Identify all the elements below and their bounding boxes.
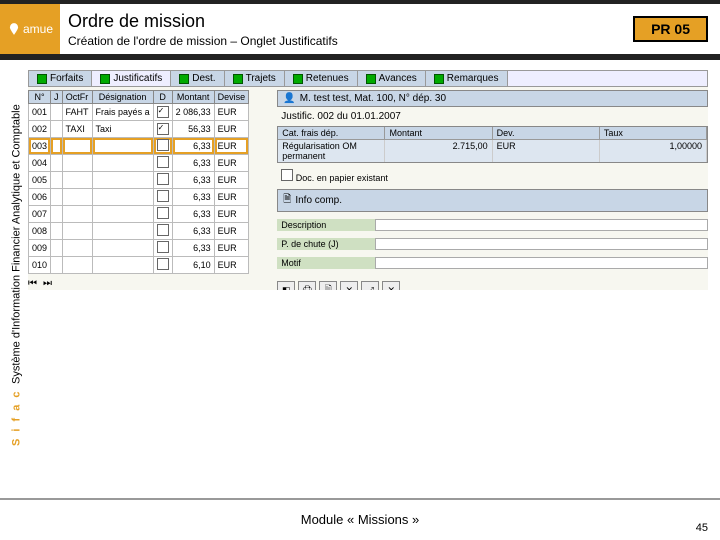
motif-field[interactable]: Motif <box>277 257 708 269</box>
table-row[interactable]: 0096,33EUR <box>29 240 249 257</box>
tab-avances[interactable]: Avances <box>358 71 426 86</box>
tab-trajets[interactable]: Trajets <box>225 71 285 86</box>
table-row[interactable]: 0066,33EUR <box>29 189 249 206</box>
page-number: 45 <box>696 522 708 534</box>
slide-footer: Module « Missions » 45 <box>0 498 720 540</box>
table-row[interactable]: 002TAXITaxi56,33EUR <box>29 121 249 138</box>
justif-label: Justific. 002 du 01.01.2007 <box>277 111 708 122</box>
white-mask <box>28 290 708 480</box>
person-icon: 👤 <box>283 93 295 104</box>
table-row[interactable]: 0106,10EUR <box>29 257 249 274</box>
tab-forfaits[interactable]: Forfaits <box>29 71 92 86</box>
detail-header: 👤 M. test test, Mat. 100, N° dép. 30 <box>277 90 708 107</box>
table-row[interactable]: 0076,33EUR <box>29 206 249 223</box>
amue-logo: amue <box>0 4 60 54</box>
chute-field[interactable]: P. de chute (J) <box>277 238 708 250</box>
tab-strip[interactable]: ForfaitsJustificatifsDest.TrajetsRetenue… <box>28 70 708 87</box>
tab-remarques[interactable]: Remarques <box>426 71 508 86</box>
page-subtitle: Création de l'ordre de mission – Onglet … <box>68 34 633 48</box>
info-comp-header: 🗎 Info comp. <box>277 189 708 212</box>
table-row[interactable]: 0086,33EUR <box>29 223 249 240</box>
tab-retenues[interactable]: Retenues <box>285 71 358 86</box>
tab-justificatifs[interactable]: Justificatifs <box>92 71 171 86</box>
doc-icon: 🗎 <box>283 192 291 209</box>
last-icon[interactable]: ⏭ <box>43 278 52 289</box>
code-badge: PR 05 <box>633 16 708 42</box>
page-title: Ordre de mission <box>68 11 633 32</box>
description-field[interactable]: Description <box>277 219 708 231</box>
table-row[interactable]: 0036,33EUR <box>29 138 249 155</box>
slide-header: amue Ordre de mission Création de l'ordr… <box>0 0 720 60</box>
table-row[interactable]: 001FAHTFrais payés a2 086,33EUR <box>29 104 249 121</box>
table-row[interactable]: 0046,33EUR <box>29 155 249 172</box>
justificatifs-grid[interactable]: N°JOctFrDésignationDMontantDevise 001FAH… <box>28 90 249 274</box>
first-icon[interactable]: ⏮ <box>28 278 37 289</box>
module-label: Module « Missions » <box>301 512 420 527</box>
paper-doc-checkbox[interactable]: Doc. en papier existant <box>277 167 708 185</box>
sidebar-label: S i f a c Système d'Information Financie… <box>4 70 24 480</box>
amount-subgrid: Cat. frais dép.MontantDev.Taux Régularis… <box>277 126 708 163</box>
table-row[interactable]: 0056,33EUR <box>29 172 249 189</box>
tab-dest.[interactable]: Dest. <box>171 71 224 86</box>
